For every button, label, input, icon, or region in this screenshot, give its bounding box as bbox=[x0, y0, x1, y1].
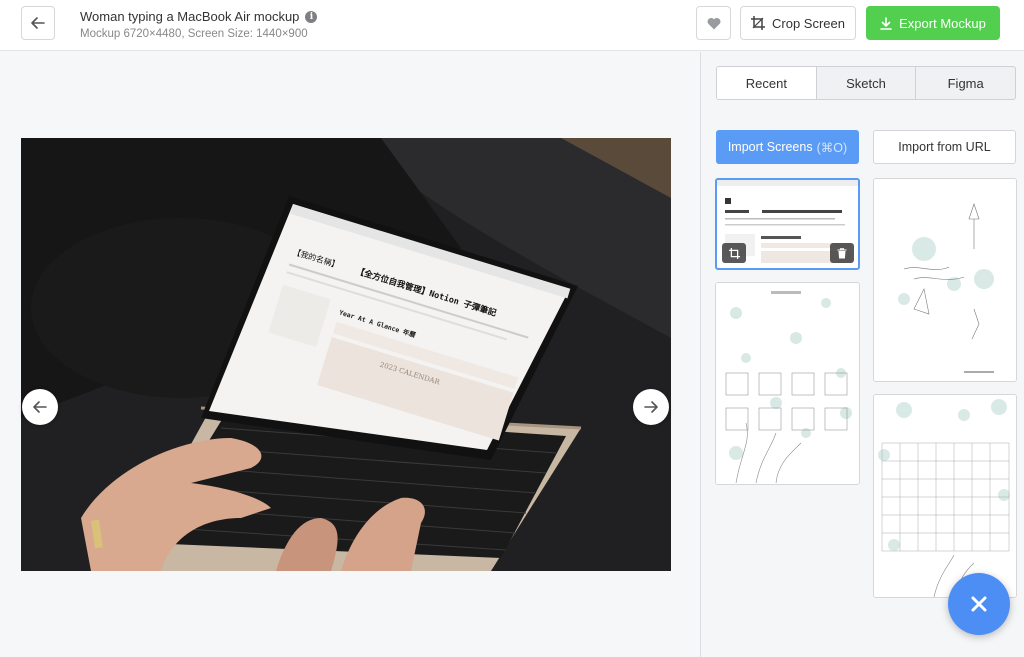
import-screens-label: Import Screens bbox=[727, 140, 813, 154]
heart-icon bbox=[707, 17, 720, 29]
mockup-canvas: 【我的名稱】 【全方位自我管理】Notion 子彈筆記 Year At A Gl… bbox=[0, 52, 700, 657]
crop-screen-label: Crop Screen bbox=[772, 15, 845, 31]
arrow-right-icon bbox=[644, 401, 658, 413]
tab-sketch[interactable]: Sketch bbox=[817, 67, 917, 99]
trash-icon bbox=[837, 247, 847, 258]
source-tabs: Recent Sketch Figma bbox=[716, 66, 1016, 100]
screen-thumbnail[interactable] bbox=[873, 178, 1017, 382]
import-screens-button[interactable]: Import Screens (⌘O) bbox=[716, 130, 859, 164]
import-shortcut: (⌘O) bbox=[816, 140, 848, 155]
info-icon[interactable]: i bbox=[305, 10, 318, 23]
arrow-left-icon bbox=[33, 401, 47, 413]
crop-icon bbox=[728, 247, 740, 259]
mockup-title: Woman typing a MacBook Air mockup bbox=[80, 9, 300, 24]
tab-figma[interactable]: Figma bbox=[916, 67, 1015, 99]
mockup-preview-image: 【我的名稱】 【全方位自我管理】Notion 子彈筆記 Year At A Gl… bbox=[21, 138, 671, 571]
download-icon bbox=[880, 16, 892, 30]
delete-thumbnail-button[interactable] bbox=[830, 243, 854, 263]
favorite-button[interactable] bbox=[696, 6, 731, 40]
screen-thumbnail[interactable] bbox=[715, 282, 860, 485]
screens-sidebar: Recent Sketch Figma Import Screens (⌘O) … bbox=[700, 52, 1024, 657]
export-mockup-label: Export Mockup bbox=[899, 15, 986, 31]
close-sidebar-button[interactable] bbox=[948, 573, 1010, 635]
import-from-url-button[interactable]: Import from URL bbox=[873, 130, 1016, 164]
screen-thumbnail[interactable] bbox=[873, 394, 1017, 598]
crop-icon bbox=[751, 16, 765, 30]
tab-recent[interactable]: Recent bbox=[717, 67, 817, 99]
crop-thumbnail-button[interactable] bbox=[722, 243, 746, 263]
screen-thumbnail[interactable] bbox=[715, 178, 860, 270]
mockup-subtitle: Mockup 6720×4480, Screen Size: 1440×900 bbox=[80, 28, 308, 40]
previous-mockup-button[interactable] bbox=[22, 389, 58, 425]
mockup-info: Woman typing a MacBook Air mockup i Mock… bbox=[80, 9, 318, 40]
close-icon bbox=[971, 596, 987, 612]
back-button[interactable] bbox=[21, 6, 55, 40]
export-mockup-button[interactable]: Export Mockup bbox=[866, 6, 1000, 40]
arrow-left-icon bbox=[31, 17, 45, 29]
next-mockup-button[interactable] bbox=[633, 389, 669, 425]
header-bar: Woman typing a MacBook Air mockup i Mock… bbox=[0, 0, 1024, 51]
crop-screen-button[interactable]: Crop Screen bbox=[740, 6, 856, 40]
